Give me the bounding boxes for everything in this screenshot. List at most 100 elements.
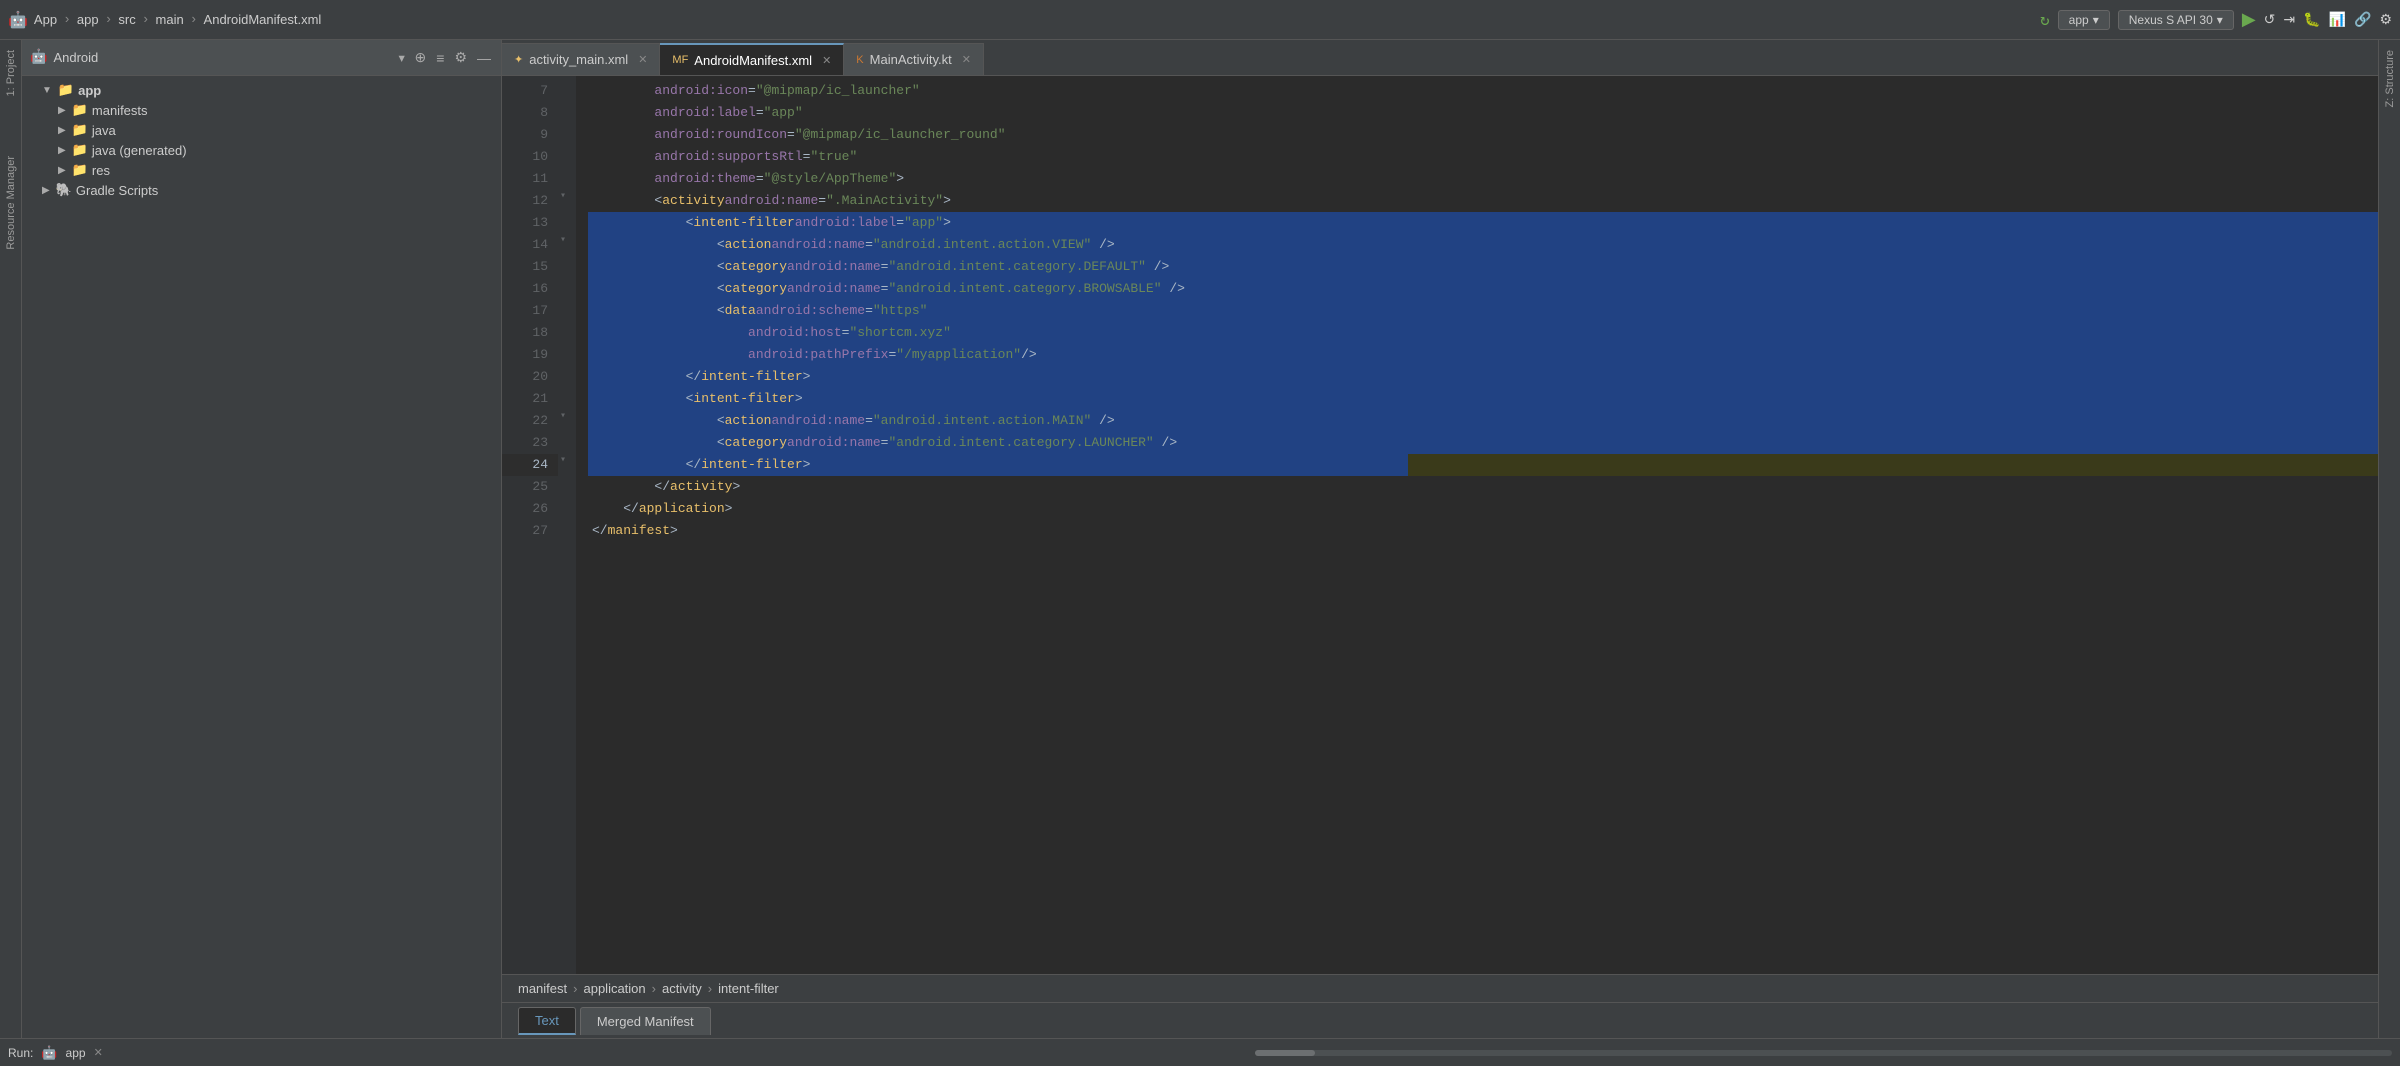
- tab-label-manifest: AndroidManifest.xml: [694, 53, 812, 68]
- tab-merged-label: Merged Manifest: [597, 1014, 694, 1029]
- app-folder-icon: 📁: [58, 82, 74, 98]
- breadcrumb-file: AndroidManifest.xml: [204, 12, 322, 27]
- linenum-26: 26: [502, 498, 558, 520]
- tab-text[interactable]: Text: [518, 1007, 576, 1035]
- tab-close-manifest[interactable]: ✕: [822, 54, 831, 67]
- code-line-15: <category android:name="android.intent.c…: [588, 256, 2378, 278]
- tree-label-java-gen: java (generated): [92, 143, 187, 158]
- tab-merged-manifest[interactable]: Merged Manifest: [580, 1007, 711, 1035]
- linenum-19: 19: [502, 344, 558, 366]
- linenum-16: 16: [502, 278, 558, 300]
- sync-icon[interactable]: ↻: [2040, 10, 2050, 30]
- tab-close-main[interactable]: ✕: [962, 53, 971, 66]
- linenum-11: 11: [502, 168, 558, 190]
- bottom-scrollbar[interactable]: [1255, 1050, 2392, 1056]
- tab-bar: ✦ activity_main.xml ✕ MF AndroidManifest…: [502, 40, 2378, 76]
- refresh-button[interactable]: ↺: [2264, 11, 2276, 28]
- run-button[interactable]: ▶: [2242, 9, 2256, 30]
- bc-manifest[interactable]: manifest: [518, 981, 567, 996]
- code-line-13: <intent-filter android:label="app">: [588, 212, 2378, 234]
- code-line-7: android:icon="@mipmap/ic_launcher": [588, 80, 2378, 102]
- tree-item-res[interactable]: ▶ 📁 res: [22, 160, 501, 180]
- breadcrumb-app2: app: [77, 12, 99, 27]
- breadcrumb-app: App: [34, 12, 57, 27]
- run-close-button[interactable]: ✕: [94, 1046, 103, 1059]
- linenum-17: 17: [502, 300, 558, 322]
- linenum-14: 14: [502, 234, 558, 256]
- project-title: Android: [53, 50, 390, 65]
- tab-manifest[interactable]: MF AndroidManifest.xml ✕: [660, 43, 844, 75]
- fold-gutter: ▾ ▾ ▾ ▾: [558, 76, 576, 974]
- arrow-icon: ▼: [42, 85, 52, 96]
- bc-intent-filter[interactable]: intent-filter: [718, 981, 779, 996]
- toolbar-right: ↻ app ▾ Nexus S API 30 ▾ ▶ ↺ ⇥ 🐛 📊 🔗 ⚙: [2040, 9, 2392, 30]
- code-line-23: <category android:name="android.intent.c…: [588, 432, 2378, 454]
- fold-21[interactable]: ▾: [560, 406, 566, 428]
- code-line-14: <action android:name="android.intent.act…: [588, 234, 2378, 256]
- kt-icon: K: [856, 54, 863, 66]
- collapse-button[interactable]: ≡: [434, 48, 446, 68]
- minimize-panel-button[interactable]: —: [475, 48, 493, 68]
- linenum-8: 8: [502, 102, 558, 124]
- resource-manager-tab[interactable]: Resource Manager: [3, 146, 19, 260]
- java-gen-folder-icon: 📁: [72, 142, 88, 158]
- settings-button[interactable]: ⚙: [2379, 11, 2392, 28]
- linenum-13: 13: [502, 212, 558, 234]
- code-line-27: </manifest>: [588, 520, 2378, 542]
- code-line-10: android:supportsRtl="true": [588, 146, 2378, 168]
- profile-button[interactable]: 📊: [2329, 11, 2346, 28]
- project-tab[interactable]: 1: Project: [3, 40, 19, 106]
- linenum-21: 21: [502, 388, 558, 410]
- device-dropdown-icon: ▾: [2217, 13, 2223, 27]
- structure-tab[interactable]: Z: Structure: [2382, 40, 2398, 117]
- settings-project-button[interactable]: ⚙: [452, 47, 469, 68]
- fold-24-cur[interactable]: ▾: [560, 450, 566, 472]
- manifest-icon: MF: [672, 54, 688, 66]
- sync-project-button[interactable]: ⊕: [413, 47, 429, 68]
- tree-item-app[interactable]: ▼ 📁 app: [22, 80, 501, 100]
- fold-13[interactable]: ▾: [560, 230, 566, 252]
- bc-sep-1: ›: [573, 981, 577, 996]
- tab-close-activity[interactable]: ✕: [638, 53, 647, 66]
- debug-button[interactable]: 🐛: [2303, 11, 2320, 28]
- xml-icon-1: ✦: [514, 53, 523, 66]
- tab-main-activity[interactable]: K MainActivity.kt ✕: [844, 43, 984, 75]
- tree-label-app: app: [78, 83, 101, 98]
- code-content[interactable]: android:icon="@mipmap/ic_launcher" andro…: [576, 76, 2378, 974]
- linenum-23: 23: [502, 432, 558, 454]
- arrow-icon-manifests: ▶: [58, 105, 66, 116]
- bc-sep-2: ›: [652, 981, 656, 996]
- tab-text-label: Text: [535, 1013, 559, 1028]
- step-over-button[interactable]: ⇥: [2283, 11, 2295, 28]
- bc-application[interactable]: application: [583, 981, 645, 996]
- fold-12[interactable]: ▾: [560, 186, 566, 208]
- left-side-tabs: 1: Project Resource Manager: [0, 40, 22, 1038]
- linenum-12: 12: [502, 190, 558, 212]
- code-scroll[interactable]: 7 8 9 10 11 12 13 14 15 16 17 18 19 20 2…: [502, 76, 2378, 974]
- code-line-8: android:label="app": [588, 102, 2378, 124]
- device-button[interactable]: Nexus S API 30 ▾: [2118, 10, 2234, 30]
- arrow-icon-res: ▶: [58, 165, 66, 176]
- code-line-24: </intent-filter>: [588, 454, 2378, 476]
- tree-item-java-gen[interactable]: ▶ 📁 java (generated): [22, 140, 501, 160]
- attach-debugger-button[interactable]: 🔗: [2354, 11, 2371, 28]
- code-line-18: android:host="shortcm.xyz": [588, 322, 2378, 344]
- tree-item-manifests[interactable]: ▶ 📁 manifests: [22, 100, 501, 120]
- run-config-button[interactable]: app ▾: [2058, 10, 2110, 30]
- tree-item-gradle[interactable]: ▶ 🐘 Gradle Scripts: [22, 180, 501, 200]
- tab-activity-main[interactable]: ✦ activity_main.xml ✕: [502, 43, 660, 75]
- linenum-20: 20: [502, 366, 558, 388]
- tree-item-java[interactable]: ▶ 📁 java: [22, 120, 501, 140]
- main-layout: 1: Project Resource Manager 🤖 Android ▾ …: [0, 40, 2400, 1038]
- tab-label-main: MainActivity.kt: [870, 52, 952, 67]
- tab-label-activity: activity_main.xml: [529, 52, 628, 67]
- linenum-15: 15: [502, 256, 558, 278]
- arrow-icon-gradle: ▶: [42, 185, 50, 196]
- linenum-27: 27: [502, 520, 558, 542]
- breadcrumb-src: src: [118, 12, 135, 27]
- bc-activity[interactable]: activity: [662, 981, 702, 996]
- code-line-9: android:roundIcon="@mipmap/ic_launcher_r…: [588, 124, 2378, 146]
- tree-label-java: java: [92, 123, 116, 138]
- tree-label-res: res: [92, 163, 110, 178]
- project-panel: 🤖 Android ▾ ⊕ ≡ ⚙ — ▼ 📁 app ▶ 📁 manifest…: [22, 40, 502, 1038]
